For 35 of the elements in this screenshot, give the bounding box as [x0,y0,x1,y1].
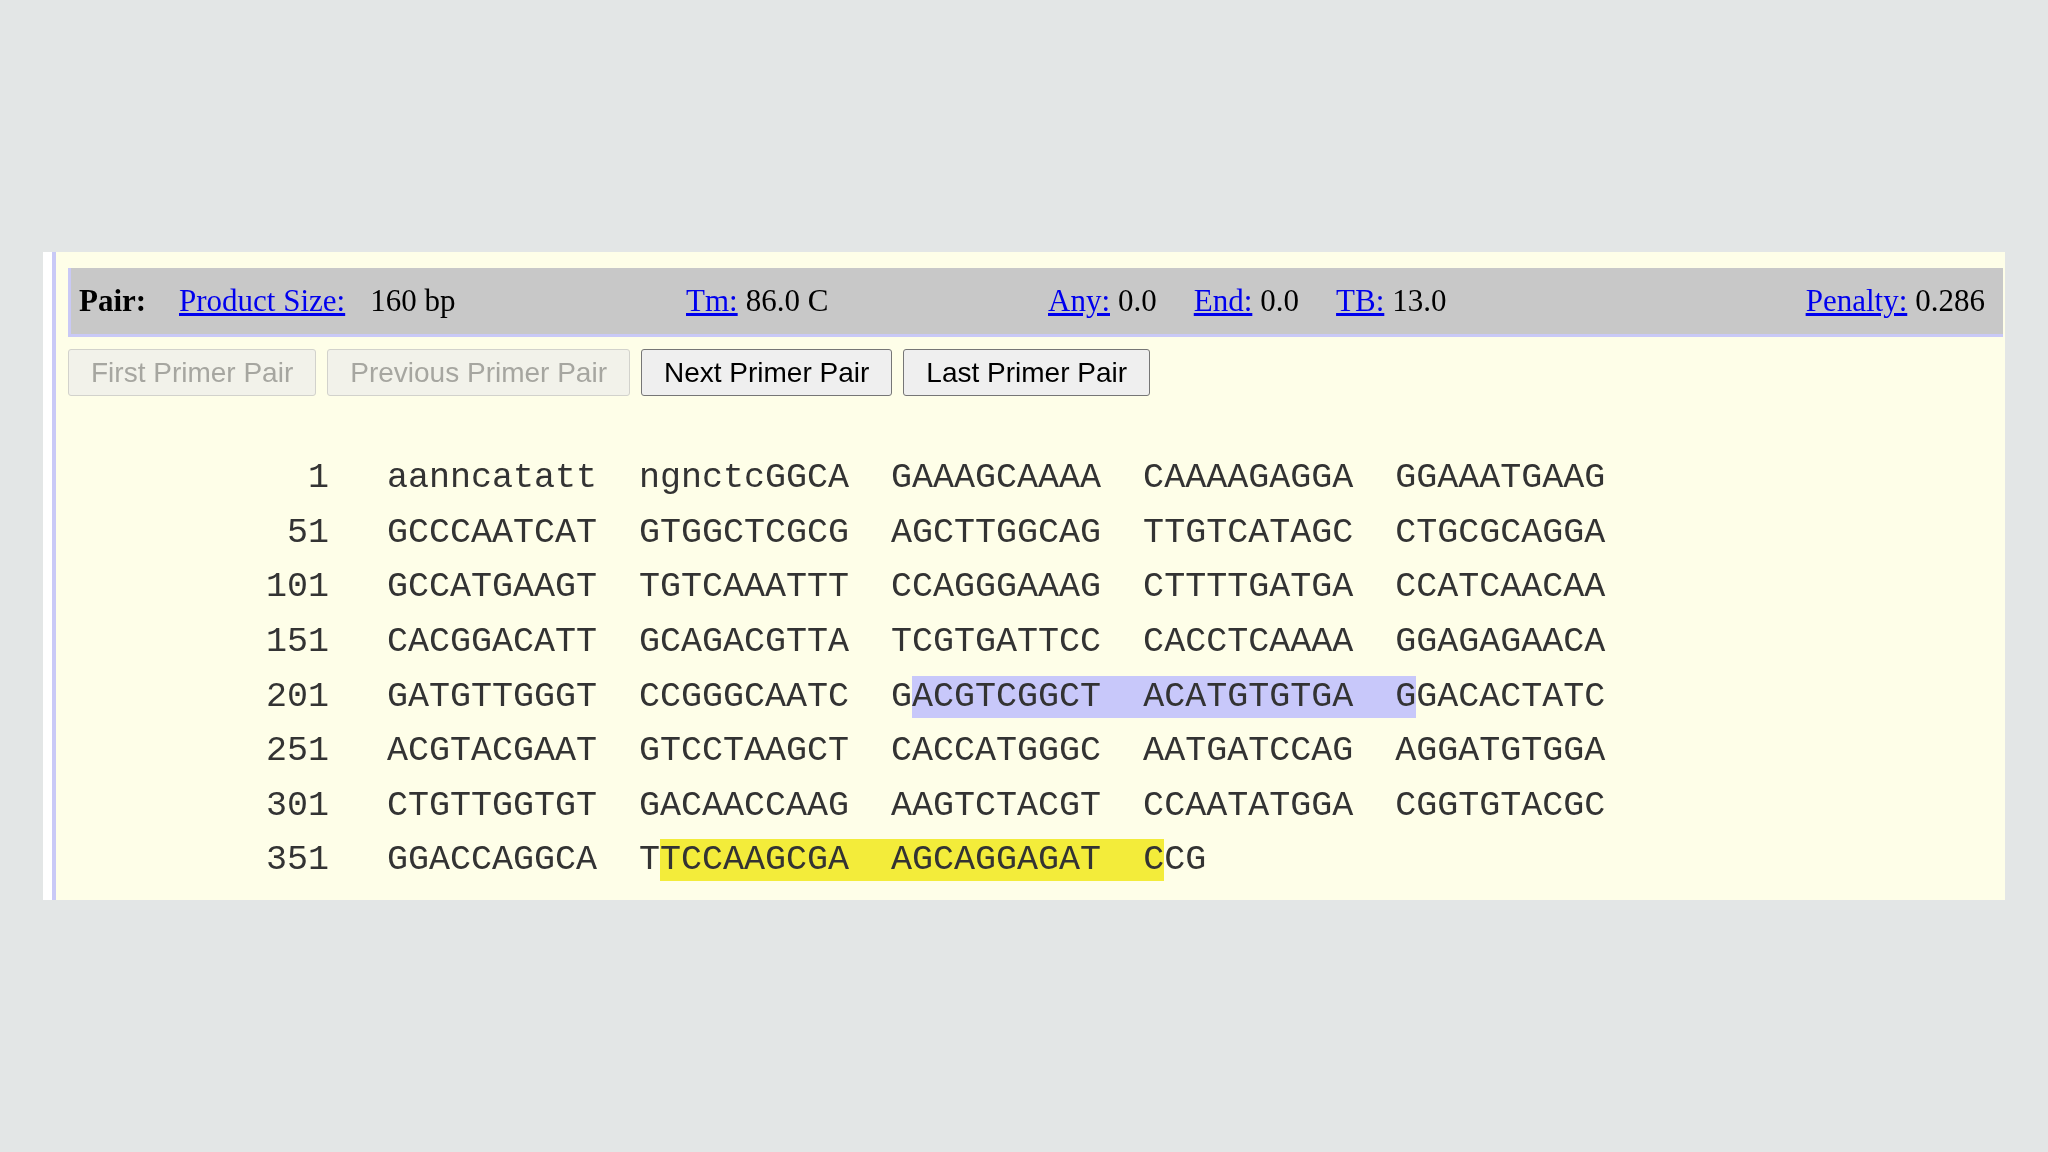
position-number: 351 [265,840,329,881]
highlighted-sequence: ACGTCGGCT ACATGTGTGA G [912,675,1417,718]
sequence-text: CG [1164,840,1207,881]
sequence-text: GATGTTGGGT CCGGGCAATC G [387,676,913,717]
stat-link[interactable]: Product Size: [179,283,346,319]
pager-button[interactable]: Next Primer Pair [640,349,893,396]
position-number: 201 [265,676,329,717]
position-number: 1 [307,458,329,499]
sequence-text: GACACTATC [1416,676,1606,717]
pair-label: Pair: [79,283,148,319]
position-number: 251 [265,731,329,772]
position-number: 101 [265,567,329,608]
sequence-text: GGACCAGGCA T [387,840,661,881]
sequence-text: CACGGACATT GCAGACGTTA TCGTGATTCC CACCTCAAAA GGAGAGAACA [387,622,1606,663]
sequence-text: GCCATGAAGT TGTCAAATTT CCAGGGAAAG CTTTTGATGA CCATCAACAA [387,567,1606,608]
stat-value: 86.0 C [745,283,829,319]
stat-link[interactable]: End: [1193,283,1253,319]
position-number: 51 [286,512,329,553]
stat-value: 0.0 [1118,283,1157,319]
pager-button[interactable]: Last Primer Pair [903,349,1151,396]
stat-value: 160 bp [370,283,456,319]
sequence-text: ACGTACGAAT GTCCTAAGCT CACCATGGGC AATGATCCAG AGGATGTGGA [387,731,1606,772]
position-number: 301 [265,785,329,826]
sequence-text: CTGTTGGTGT GACAACCAAG AAGTCTACGT CCAATATGGA CGGTGTACGC [387,785,1606,826]
stat-value: 0.286 [1915,283,1985,319]
stat-value: 13.0 [1392,283,1447,319]
stat-link[interactable]: Penalty: [1805,283,1908,319]
sequence-text: GCCCAATCAT GTGGCTCGCG AGCTTGGCAG TTGTCATAGC CTGCGCAGGA [387,512,1606,553]
stat-link[interactable]: Tm: [686,283,738,319]
stat-link[interactable]: TB: [1336,283,1385,319]
highlighted-sequence: TCCAAGCGA AGCAGGAGAT C [660,839,1165,882]
stat-link[interactable]: Any: [1048,283,1110,319]
position-number: 151 [265,622,329,663]
sequence-text: aanncatatt ngnctcGGCA GAAAGCAAAA CAAAAGAGGA GGAAATGAAG [387,458,1606,499]
stat-value: 0.0 [1260,283,1300,319]
